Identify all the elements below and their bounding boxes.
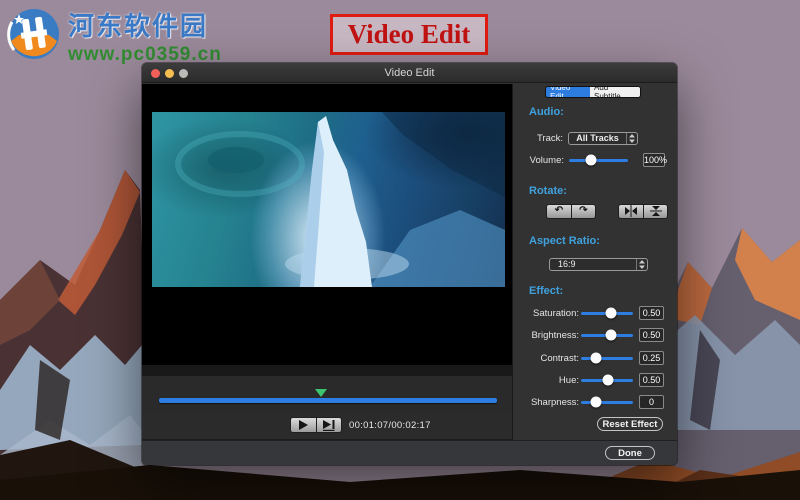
video-preview — [142, 84, 512, 365]
panel-tabs: Video Edit Add Subtitle — [545, 86, 641, 98]
tab-video-edit[interactable]: Video Edit — [546, 87, 590, 97]
play-to-end-icon — [323, 420, 335, 431]
site-logo-icon — [6, 6, 62, 62]
flip-vertical-icon — [650, 205, 662, 217]
rotate-left-icon: ↶ — [555, 206, 563, 216]
rotate-heading: Rotate: — [529, 185, 567, 197]
hue-value: 0.50 — [639, 373, 664, 387]
volume-label: Volume: — [514, 155, 564, 166]
site-watermark: 河东软件园 www.pc0359.cn — [6, 6, 222, 66]
volume-slider[interactable] — [569, 154, 628, 166]
timeline-bar[interactable] — [159, 398, 497, 403]
video-frame-ice-cave — [152, 112, 505, 287]
playhead-marker[interactable] — [315, 389, 327, 397]
stepper-arrows-icon — [626, 133, 637, 144]
timeline[interactable] — [142, 376, 512, 413]
hue-label: Hue: — [514, 375, 579, 386]
page-title-banner: Video Edit — [330, 14, 488, 55]
track-label: Track: — [514, 133, 563, 144]
flip-horizontal-button[interactable] — [618, 204, 643, 219]
contrast-label: Contrast: — [514, 353, 579, 364]
tab-add-subtitle[interactable]: Add Subtitle — [590, 87, 640, 97]
track-select[interactable]: All Tracks — [568, 132, 638, 145]
hue-slider-thumb[interactable] — [603, 375, 614, 386]
reset-effect-button[interactable]: Reset Effect — [597, 417, 663, 431]
flip-horizontal-icon — [624, 205, 638, 217]
done-button[interactable]: Done — [605, 446, 655, 460]
stepper-arrows-icon — [636, 259, 647, 270]
brightness-label: Brightness: — [514, 330, 579, 341]
rotate-left-button[interactable]: ↶ — [546, 204, 571, 219]
play-selection-button[interactable] — [316, 417, 342, 433]
saturation-slider[interactable] — [581, 307, 633, 319]
brightness-slider[interactable] — [581, 329, 633, 341]
saturation-label: Saturation: — [514, 308, 579, 319]
saturation-value: 0.50 — [639, 306, 664, 320]
aspect-ratio-value: 16:9 — [550, 259, 636, 269]
audio-heading: Audio: — [529, 106, 564, 118]
sharpness-value: 0 — [639, 395, 664, 409]
volume-slider-thumb[interactable] — [585, 155, 596, 166]
rotate-right-button[interactable]: ↷ — [571, 204, 596, 219]
play-button[interactable] — [290, 417, 316, 433]
play-icon — [299, 420, 308, 430]
app-window: Video Edit — [142, 63, 677, 465]
sharpness-label: Sharpness: — [514, 397, 579, 408]
brightness-slider-thumb[interactable] — [605, 330, 616, 341]
effect-heading: Effect: — [529, 285, 563, 297]
contrast-slider[interactable] — [581, 352, 633, 364]
hue-slider[interactable] — [581, 374, 633, 386]
volume-value: 100% — [643, 153, 665, 167]
title-bar[interactable]: Video Edit — [142, 63, 677, 83]
contrast-value: 0.25 — [639, 351, 664, 365]
track-select-value: All Tracks — [569, 133, 626, 143]
window-title: Video Edit — [142, 67, 677, 79]
timecode: 00:01:07/00:02:17 — [349, 420, 431, 431]
aspect-ratio-select[interactable]: 16:9 — [549, 258, 648, 271]
saturation-slider-thumb[interactable] — [605, 308, 616, 319]
contrast-slider-thumb[interactable] — [590, 353, 601, 364]
brightness-value: 0.50 — [639, 328, 664, 342]
aspect-ratio-heading: Aspect Ratio: — [529, 235, 600, 247]
sharpness-slider[interactable] — [581, 396, 633, 408]
site-name: 河东软件园 — [68, 6, 222, 43]
sharpness-slider-thumb[interactable] — [590, 397, 601, 408]
flip-vertical-button[interactable] — [643, 204, 668, 219]
rotate-right-icon: ↷ — [579, 206, 587, 216]
